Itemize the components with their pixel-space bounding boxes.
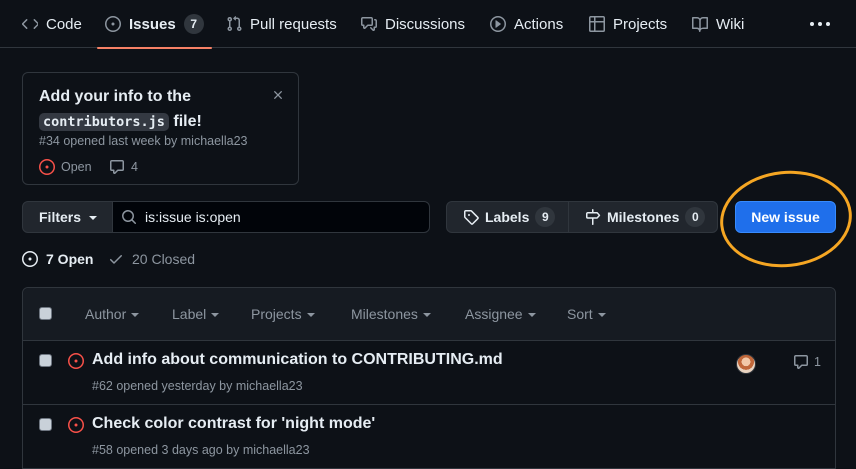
chevron-down-icon xyxy=(131,313,140,317)
issue-row[interactable]: Check color contrast for 'night mode' #5… xyxy=(23,405,835,469)
issue-checkbox[interactable] xyxy=(39,354,52,367)
title-text: file! xyxy=(173,113,202,130)
title-text: Add your info to the xyxy=(39,88,191,105)
filters-button[interactable]: Filters xyxy=(22,201,114,233)
milestones-button[interactable]: Milestones 0 xyxy=(568,201,718,233)
open-issues-toggle[interactable]: 7 Open xyxy=(22,251,93,267)
code-icon xyxy=(22,19,38,29)
milestone-icon xyxy=(586,209,601,225)
issue-opened-icon xyxy=(68,417,84,433)
issue-list: Author Label Projects Milestones Assigne… xyxy=(22,287,836,469)
tab-label: Code xyxy=(46,15,82,33)
table-icon xyxy=(589,16,605,32)
status-label: Open xyxy=(61,160,92,174)
pinned-issue-card[interactable]: Add your info to the contributors.js fil… xyxy=(22,72,299,185)
issue-title-link[interactable]: Check color contrast for 'night mode' xyxy=(92,415,375,433)
kebab-horizontal-icon[interactable] xyxy=(809,14,831,34)
comment-icon xyxy=(794,355,808,369)
status-badge: Open xyxy=(39,159,92,175)
issues-count-badge: 7 xyxy=(183,14,204,34)
labels-button[interactable]: Labels 9 xyxy=(446,201,569,233)
milestones-label: Milestones xyxy=(607,209,680,225)
tab-issues[interactable]: Issues 7 xyxy=(97,0,212,49)
tag-icon xyxy=(464,210,479,225)
issue-checkbox[interactable] xyxy=(39,418,52,431)
assignee-filter[interactable]: Assignee xyxy=(465,306,536,322)
comment-discussion-icon xyxy=(361,17,377,31)
issue-row[interactable]: Add info about communication to CONTRIBU… xyxy=(23,341,835,405)
tab-code[interactable]: Code xyxy=(22,0,82,48)
tab-label: Discussions xyxy=(385,15,466,33)
author-filter[interactable]: Author xyxy=(85,306,140,322)
tab-label: Actions xyxy=(514,15,564,33)
chevron-down-icon xyxy=(422,313,431,317)
filter-label: Label xyxy=(172,306,207,322)
tab-discussions[interactable]: Discussions xyxy=(361,0,465,48)
chevron-down-icon xyxy=(597,313,606,317)
label-filter[interactable]: Label xyxy=(172,306,220,322)
chevron-down-icon xyxy=(527,313,536,317)
tab-projects[interactable]: Projects xyxy=(589,0,667,48)
tab-label: Pull requests xyxy=(250,15,337,33)
comment-count-value: 4 xyxy=(131,160,138,174)
search-value: is:issue is:open xyxy=(145,209,241,225)
book-icon xyxy=(692,16,708,32)
search-input[interactable]: is:issue is:open xyxy=(112,201,430,233)
comment-count[interactable]: 1 xyxy=(793,354,821,370)
filter-label: Assignee xyxy=(465,306,523,322)
labels-count-badge: 9 xyxy=(535,207,556,227)
filters-label: Filters xyxy=(39,209,82,225)
issue-opened-icon xyxy=(39,159,55,175)
new-issue-button[interactable]: New issue xyxy=(735,201,836,233)
sort-filter[interactable]: Sort xyxy=(567,306,606,322)
comment-count[interactable]: 4 xyxy=(109,159,138,175)
projects-filter[interactable]: Projects xyxy=(251,306,315,322)
repo-tab-nav: Code Issues 7 Pull requests Discussions … xyxy=(0,0,856,49)
issue-opened-icon xyxy=(105,16,121,32)
comment-icon xyxy=(110,160,124,174)
filter-label: Sort xyxy=(567,306,593,322)
chevron-down-icon xyxy=(306,313,315,317)
tab-actions[interactable]: Actions xyxy=(490,0,563,48)
title-code: contributors.js xyxy=(39,113,169,131)
open-count-label: 7 Open xyxy=(46,251,94,267)
issue-opened-icon xyxy=(22,251,38,267)
close-icon[interactable] xyxy=(271,88,285,102)
issue-list-header: Author Label Projects Milestones Assigne… xyxy=(23,288,835,341)
issue-title-link[interactable]: Add info about communication to CONTRIBU… xyxy=(92,351,503,369)
tab-label: Wiki xyxy=(716,15,745,33)
tab-wiki[interactable]: Wiki xyxy=(692,0,744,48)
tab-label: Issues xyxy=(129,15,176,33)
pinned-issue-meta: #34 opened last week by michaella23 xyxy=(39,134,248,148)
labels-label: Labels xyxy=(485,209,530,225)
closed-issues-toggle[interactable]: 20 Closed xyxy=(108,251,195,267)
tab-label: Projects xyxy=(613,15,668,33)
comment-count-value: 1 xyxy=(814,355,821,369)
pinned-issue-title[interactable]: Add your info to the contributors.js fil… xyxy=(39,84,269,135)
tab-pull-requests[interactable]: Pull requests xyxy=(226,0,337,48)
filter-label: Author xyxy=(85,306,127,322)
check-icon xyxy=(109,255,122,264)
closed-count-label: 20 Closed xyxy=(132,251,196,267)
chevron-down-icon xyxy=(211,313,220,317)
chevron-down-icon xyxy=(89,216,98,220)
issue-opened-icon xyxy=(68,353,84,369)
filter-label: Projects xyxy=(251,306,302,322)
milestones-filter[interactable]: Milestones xyxy=(351,306,431,322)
issue-meta: #62 opened yesterday by michaella23 xyxy=(92,379,303,393)
select-all-checkbox[interactable] xyxy=(39,307,52,320)
milestones-count-badge: 0 xyxy=(685,207,706,227)
filter-label: Milestones xyxy=(351,306,418,322)
git-pull-request-icon xyxy=(227,16,242,31)
play-icon xyxy=(490,16,506,32)
issue-meta: #58 opened 3 days ago by michaella23 xyxy=(92,443,310,457)
avatar[interactable] xyxy=(736,354,756,374)
search-icon xyxy=(122,210,136,224)
